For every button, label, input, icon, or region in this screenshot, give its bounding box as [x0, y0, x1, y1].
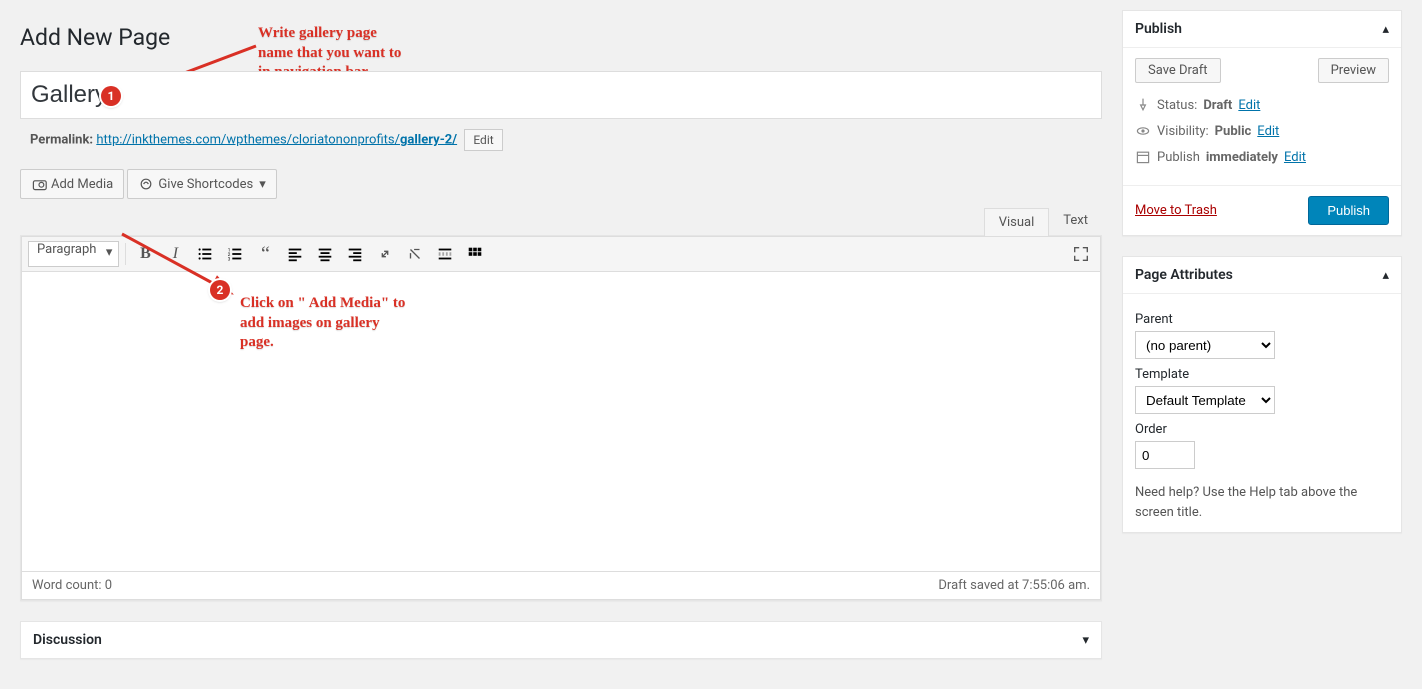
give-icon	[138, 176, 154, 192]
annotation-badge-1: 1	[101, 86, 121, 106]
parent-select[interactable]: (no parent)	[1135, 331, 1275, 359]
status-edit-link[interactable]: Edit	[1238, 98, 1260, 113]
move-to-trash-link[interactable]: Move to Trash	[1135, 203, 1217, 218]
give-shortcodes-button[interactable]: Give Shortcodes ▾	[127, 169, 276, 199]
chevron-down-icon: ▾	[1082, 633, 1089, 648]
editor-toolbar: Paragraph B I 123 “	[21, 236, 1101, 272]
chevron-up-icon: ▴	[1382, 268, 1389, 283]
read-more-button[interactable]	[432, 241, 458, 267]
editor-content-area[interactable]: 2 Click on " Add Media" to add images on…	[21, 272, 1101, 572]
schedule-edit-link[interactable]: Edit	[1284, 150, 1306, 165]
eye-icon	[1135, 123, 1151, 139]
camera-icon	[31, 176, 47, 192]
page-title: Add New Page	[20, 24, 1102, 51]
toolbar-toggle-button[interactable]	[462, 241, 488, 267]
svg-text:3: 3	[228, 256, 231, 262]
fullscreen-button[interactable]	[1068, 241, 1094, 267]
bold-button[interactable]: B	[132, 241, 158, 267]
align-center-button[interactable]	[312, 241, 338, 267]
parent-label: Parent	[1135, 312, 1389, 327]
link-button[interactable]	[372, 241, 398, 267]
permalink-edit-button[interactable]: Edit	[464, 129, 502, 151]
template-label: Template	[1135, 367, 1389, 382]
order-label: Order	[1135, 422, 1389, 437]
italic-button[interactable]: I	[162, 241, 188, 267]
publish-panel-header[interactable]: Publish ▴	[1123, 11, 1401, 48]
pin-icon	[1135, 97, 1151, 113]
annotation-badge-2: 2	[210, 280, 230, 300]
unlink-button[interactable]	[402, 241, 428, 267]
draft-saved-status: Draft saved at 7:55:06 am.	[938, 578, 1090, 593]
permalink-label: Permalink:	[30, 132, 93, 147]
page-attributes-header[interactable]: Page Attributes ▴	[1123, 257, 1401, 294]
visibility-edit-link[interactable]: Edit	[1257, 124, 1279, 139]
blockquote-button[interactable]: “	[252, 241, 278, 267]
calendar-icon	[1135, 149, 1151, 165]
align-left-button[interactable]	[282, 241, 308, 267]
permalink-link[interactable]: http://inkthemes.com/wpthemes/cloriatono…	[96, 132, 457, 147]
tab-visual[interactable]: Visual	[984, 208, 1050, 236]
word-count: Word count: 0	[32, 578, 112, 593]
discussion-title: Discussion	[33, 632, 102, 648]
preview-button[interactable]: Preview	[1318, 58, 1389, 83]
numbered-list-button[interactable]: 123	[222, 241, 248, 267]
order-input[interactable]	[1135, 441, 1195, 469]
template-select[interactable]: Default Template	[1135, 386, 1275, 414]
format-dropdown[interactable]: Paragraph	[28, 241, 119, 267]
save-draft-button[interactable]: Save Draft	[1135, 58, 1221, 83]
help-note: Need help? Use the Help tab above the sc…	[1135, 483, 1389, 522]
tab-text[interactable]: Text	[1049, 207, 1102, 235]
discussion-panel-toggle[interactable]: Discussion ▾	[20, 621, 1102, 659]
add-media-button[interactable]: Add Media	[20, 169, 124, 199]
align-right-button[interactable]	[342, 241, 368, 267]
annotation-text-2: Click on " Add Media" to add images on g…	[240, 294, 405, 353]
chevron-up-icon: ▴	[1382, 22, 1389, 37]
publish-button[interactable]: Publish	[1308, 196, 1389, 225]
page-title-input[interactable]	[21, 72, 1101, 118]
bullet-list-button[interactable]	[192, 241, 218, 267]
